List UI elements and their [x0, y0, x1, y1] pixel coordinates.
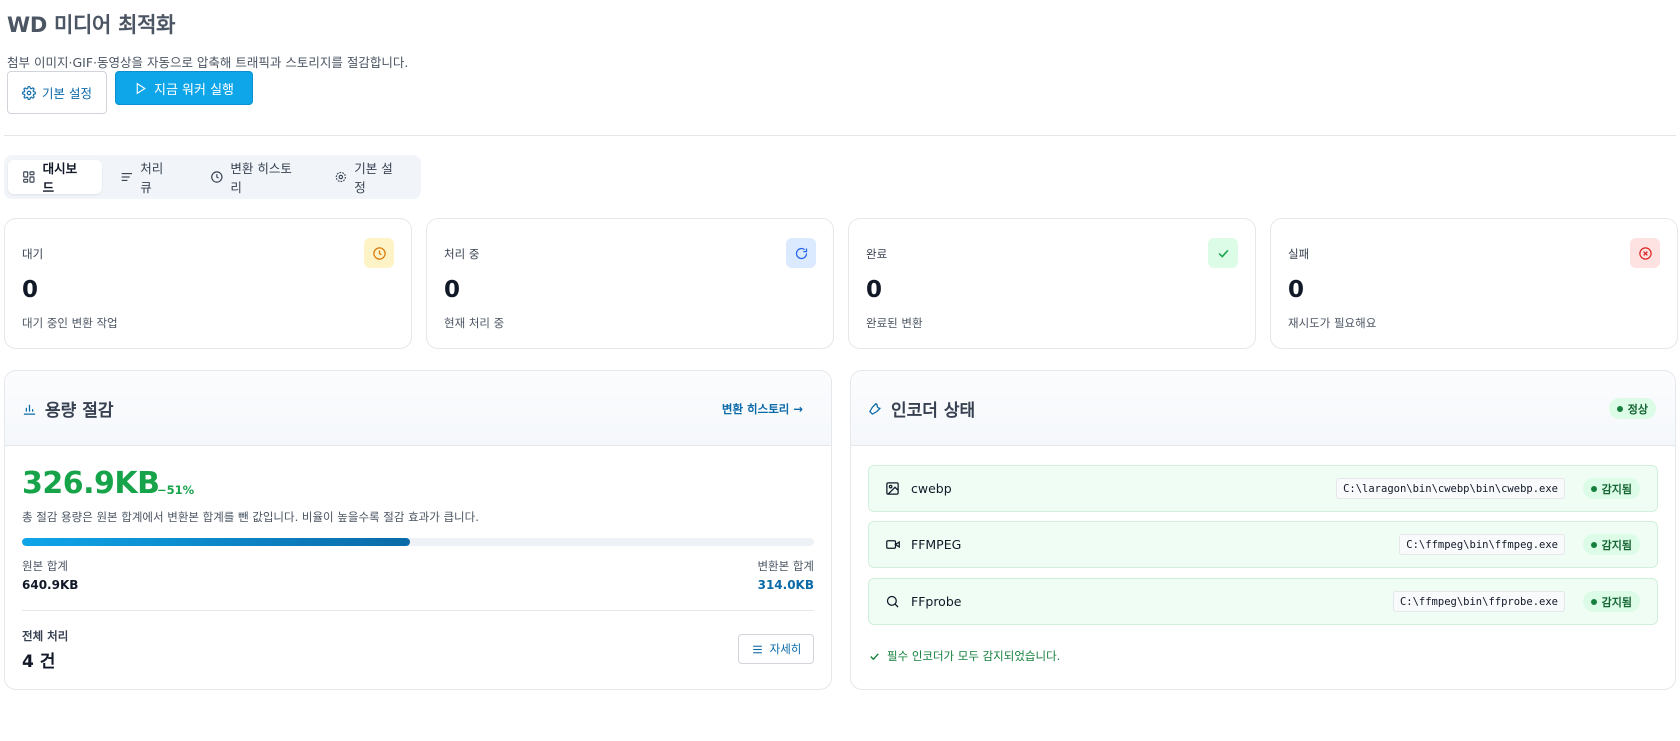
- encoder-message: 필수 인코더가 모두 감지되었습니다.: [868, 648, 1060, 664]
- tab-label: 변환 히스토리: [230, 161, 292, 195]
- encoder-detected-badge: 감지됨: [1582, 591, 1640, 612]
- x-circle-icon: [1630, 238, 1660, 268]
- saved-amount: 326.9KB: [22, 466, 160, 501]
- refresh-icon: [786, 238, 816, 268]
- detail-button[interactable]: 자세히: [738, 634, 814, 664]
- encoder-name: FFMPEG: [911, 537, 962, 552]
- stat-card-failed: 실패 0 재시도가 필요해요: [1270, 218, 1678, 349]
- saved-percent: −51%: [157, 483, 195, 497]
- run-worker-button-label: 지금 워커 실행: [153, 82, 235, 98]
- stat-value: 0: [1288, 277, 1305, 303]
- savings-help: 총 절감 용량은 원본 합계에서 변환본 합계를 뺀 값입니다. 비율이 높을수…: [22, 510, 479, 524]
- tab-history[interactable]: 변환 히스토리: [196, 160, 316, 195]
- stat-sub: 완료된 변환: [866, 316, 923, 330]
- savings-divider: [22, 610, 814, 611]
- stat-sub: 대기 중인 변환 작업: [22, 316, 118, 330]
- original-total-value: 640.9KB: [22, 578, 79, 592]
- encoder-detected-badge: 감지됨: [1582, 534, 1640, 555]
- encoder-path: C:\laragon\bin\cwebp\bin\cwebp.exe: [1336, 478, 1565, 499]
- stat-value: 0: [444, 277, 461, 303]
- history-link[interactable]: 변환 히스토리 →: [722, 401, 803, 417]
- tab-label: 대시보드: [42, 161, 78, 195]
- video-icon: [886, 540, 900, 549]
- savings-title: 용량 절감: [45, 401, 114, 421]
- encoder-path: C:\ffmpeg\bin\ffmpeg.exe: [1399, 534, 1565, 555]
- savings-panel-header: 용량 절감 변환 히스토리 →: [5, 371, 831, 446]
- settings-button-label: 기본 설정: [42, 86, 92, 101]
- encoder-title: 인코더 상태: [891, 401, 976, 421]
- tab-queue[interactable]: 처리 큐: [106, 160, 192, 195]
- stat-sub: 재시도가 필요해요: [1288, 316, 1377, 330]
- page-description: 첨부 이미지·GIF·동영상을 자동으로 압축해 트래픽과 스토리지를 절감합니…: [7, 55, 409, 70]
- wrench-icon: [869, 402, 881, 415]
- encoder-panel: 인코더 상태 정상 cwebp C:\laragon\bin\cwebp\bin…: [850, 370, 1676, 690]
- stat-card-pending: 대기 0 대기 중인 변환 작업: [4, 218, 412, 349]
- encoder-name: FFprobe: [911, 594, 962, 609]
- tab-settings[interactable]: 기본 설정: [320, 160, 417, 195]
- stat-value: 0: [866, 277, 883, 303]
- status-dot: [1616, 405, 1623, 412]
- original-total-label: 원본 합계: [22, 559, 68, 573]
- savings-progress-bar: [22, 538, 814, 546]
- encoder-row-ffprobe: FFprobe C:\ffmpeg\bin\ffprobe.exe 감지됨: [868, 578, 1658, 625]
- gear-icon: [22, 85, 36, 100]
- tab-bar: 대시보드 처리 큐 변환 히스토리 기본 설정: [4, 155, 421, 199]
- settings-button[interactable]: 기본 설정: [7, 71, 107, 114]
- clock-icon: [210, 171, 223, 183]
- gear-icon: [335, 171, 346, 183]
- converted-total-label: 변환본 합계: [757, 559, 814, 573]
- header-divider: [4, 135, 1676, 136]
- savings-progress-fill: [22, 538, 411, 546]
- tab-label: 처리 큐: [140, 161, 164, 195]
- stat-label: 처리 중: [444, 247, 480, 261]
- tab-dashboard[interactable]: 대시보드: [8, 160, 102, 195]
- stat-card-processing: 처리 중 0 현재 처리 중: [426, 218, 834, 349]
- detail-button-label: 자세히: [769, 642, 802, 656]
- encoder-row-ffmpeg: FFMPEG C:\ffmpeg\bin\ffmpeg.exe 감지됨: [868, 521, 1658, 568]
- page-title: WD 미디어 최적화: [7, 13, 176, 37]
- encoder-status-badge: 정상: [1608, 398, 1656, 419]
- check-icon: [870, 652, 879, 660]
- list-icon: [121, 173, 132, 181]
- search-icon: [886, 595, 899, 608]
- total-processed-value: 4 건: [22, 652, 56, 672]
- grid-icon: [23, 171, 35, 183]
- stat-label: 완료: [866, 247, 888, 261]
- savings-panel: 용량 절감 변환 히스토리 → 326.9KB −51% 총 절감 용량은 원본…: [4, 370, 832, 690]
- list-icon: [752, 645, 762, 653]
- bar-chart-icon: [23, 404, 36, 415]
- run-worker-button[interactable]: 지금 워커 실행: [115, 71, 253, 105]
- converted-total-value: 314.0KB: [757, 578, 814, 592]
- stat-sub: 현재 처리 중: [444, 316, 505, 330]
- tab-label: 기본 설정: [354, 161, 393, 195]
- encoder-panel-header: 인코더 상태 정상: [851, 371, 1675, 446]
- image-icon: [886, 482, 899, 495]
- stat-value: 0: [22, 277, 39, 303]
- check-icon: [1208, 238, 1238, 268]
- clock-icon: [364, 238, 394, 268]
- encoder-name: cwebp: [911, 481, 952, 496]
- total-processed-label: 전체 처리: [22, 629, 69, 643]
- stat-label: 대기: [22, 247, 44, 261]
- encoder-path: C:\ffmpeg\bin\ffprobe.exe: [1392, 591, 1565, 612]
- encoder-detected-badge: 감지됨: [1582, 478, 1640, 499]
- stat-label: 실패: [1288, 247, 1310, 261]
- encoder-row-cwebp: cwebp C:\laragon\bin\cwebp\bin\cwebp.exe…: [868, 465, 1658, 512]
- play-icon: [136, 82, 146, 94]
- stat-card-done: 완료 0 완료된 변환: [848, 218, 1256, 349]
